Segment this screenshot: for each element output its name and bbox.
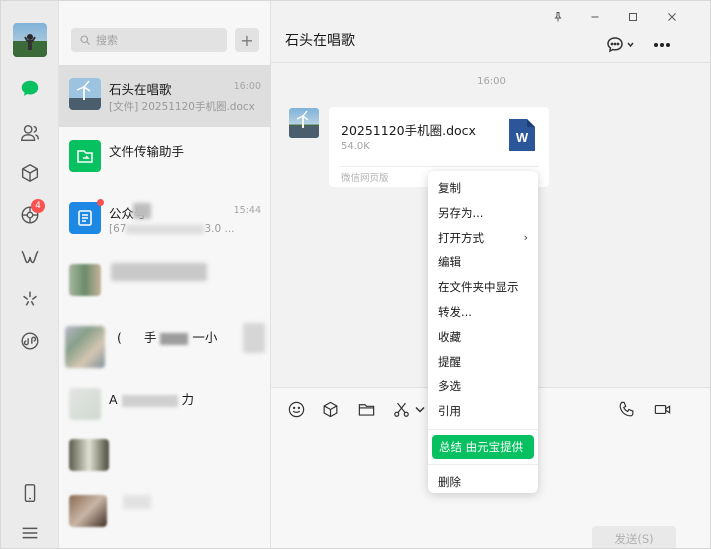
menu-item-delete[interactable]: 删除 (428, 470, 538, 495)
mini-program-icon[interactable] (18, 329, 42, 353)
maximize-icon[interactable] (621, 7, 645, 27)
folder-icon[interactable] (355, 398, 377, 420)
chat-list: 搜索 + 石头在唱歌 [文件] 20251120手机圈.docx 16:00 文… (59, 1, 271, 548)
menu-divider (428, 463, 538, 465)
contact-avatar (69, 388, 101, 420)
chat-time: 16:00 (233, 81, 261, 92)
contact-avatar (65, 326, 105, 368)
favorites-cube-icon[interactable] (319, 398, 341, 420)
chat-icon[interactable] (18, 77, 42, 101)
search-icon (80, 35, 90, 45)
chat-info-button[interactable] (603, 35, 639, 55)
chat-name: A 力 (109, 392, 195, 407)
menu-item-copy[interactable]: 复制 (428, 176, 538, 201)
sidebar: 4 (1, 1, 59, 548)
chat-item-file-transfer[interactable]: 文件传输助手 (59, 127, 271, 189)
chat-item-stone[interactable]: 石头在唱歌 [文件] 20251120手机圈.docx 16:00 (59, 65, 271, 127)
send-button[interactable]: 发送(S) (592, 526, 676, 548)
channels-icon[interactable] (18, 245, 42, 269)
menu-item-ai-summary[interactable]: 总结 由元宝提供 (432, 434, 534, 459)
unread-dot (97, 199, 104, 206)
file-transfer-icon (69, 140, 101, 172)
moments-icon[interactable]: 4 (18, 199, 45, 227)
contact-avatar (69, 495, 107, 527)
chat-name: ( 手 一小 (117, 330, 218, 345)
more-icon[interactable] (651, 35, 673, 55)
official-account-icon (69, 202, 101, 234)
file-source: 微信网页版 (341, 173, 389, 184)
menu-item-edit[interactable]: 编辑 (428, 250, 538, 275)
search-input[interactable]: 搜索 (71, 28, 227, 52)
sender-avatar[interactable] (289, 108, 319, 138)
search-placeholder: 搜索 (96, 34, 118, 47)
phone-icon[interactable] (18, 481, 42, 505)
wechat-window: 4 搜索 + 石头在唱歌 [文件] 20251120手机圈.docx 16:00… (0, 0, 711, 549)
menu-item-save-as[interactable]: 另存为... (428, 201, 538, 226)
chat-name: 石头在唱歌 (109, 82, 172, 97)
file-name: 20251120手机圈.docx (341, 123, 476, 138)
conversation-title: 石头在唱歌 (285, 33, 355, 49)
message-timestamp: 16:00 (477, 76, 506, 87)
chat-item-blurred-1[interactable] (59, 251, 271, 313)
menu-item-open-with[interactable]: 打开方式 › (428, 226, 538, 251)
chat-item-blurred-4[interactable] (59, 487, 271, 548)
screenshot-scissors-icon[interactable] (390, 398, 412, 420)
file-size: 54.0K (341, 141, 370, 152)
pin-icon[interactable] (546, 7, 570, 27)
discover-icon[interactable] (18, 287, 42, 311)
my-avatar[interactable] (13, 23, 47, 57)
plus-icon: + (240, 30, 254, 50)
chat-preview: [文件] 20251120手机圈.docx (109, 101, 255, 113)
menu-item-show-in-folder[interactable]: 在文件夹中显示 (428, 275, 538, 300)
menu-item-forward[interactable]: 转发... (428, 300, 538, 325)
contact-avatar (69, 78, 101, 110)
chat-name: 文件传输助手 (109, 144, 185, 159)
menu-icon[interactable] (18, 521, 42, 545)
contact-avatar (69, 439, 109, 471)
voice-call-icon[interactable] (615, 398, 637, 420)
contact-avatar (69, 264, 101, 296)
menu-divider (428, 428, 538, 430)
menu-item-remind[interactable]: 提醒 (428, 350, 538, 375)
conversation-header: 石头在唱歌 (271, 1, 710, 63)
moments-badge: 4 (31, 199, 45, 213)
menu-item-favorite[interactable]: 收藏 (428, 325, 538, 350)
file-card-divider (339, 166, 539, 167)
context-menu: 复制 另存为... 打开方式 › 编辑 在文件夹中显示 转发... 收藏 提醒 … (428, 171, 538, 493)
contacts-icon[interactable] (18, 121, 42, 145)
video-call-icon[interactable] (651, 398, 673, 420)
menu-item-multi-select[interactable]: 多选 (428, 374, 538, 399)
chevron-right-icon: › (523, 230, 528, 244)
message-bubble-icon (607, 37, 634, 53)
chat-preview: [67 3.0 ... (109, 223, 235, 235)
chat-item-blurred-3[interactable] (59, 431, 271, 493)
chevron-down-icon[interactable] (414, 398, 426, 420)
favorites-cube-icon[interactable] (18, 161, 42, 185)
emoji-icon[interactable] (285, 398, 307, 420)
chat-time: 15:44 (233, 205, 261, 216)
add-chat-button[interactable]: + (235, 28, 259, 52)
svg-text:W: W (516, 130, 529, 145)
word-document-icon: W (509, 119, 535, 151)
minimize-icon[interactable] (583, 7, 607, 27)
close-icon[interactable] (660, 7, 684, 27)
chat-item-official-account[interactable]: 公众号 [67 3.0 ... 15:44 (59, 189, 271, 251)
chat-item-blurred-2[interactable]: A 力 (59, 375, 271, 437)
menu-item-quote[interactable]: 引用 (428, 399, 538, 424)
chat-item-blurred-group[interactable]: ( 手 一小 (59, 313, 271, 375)
